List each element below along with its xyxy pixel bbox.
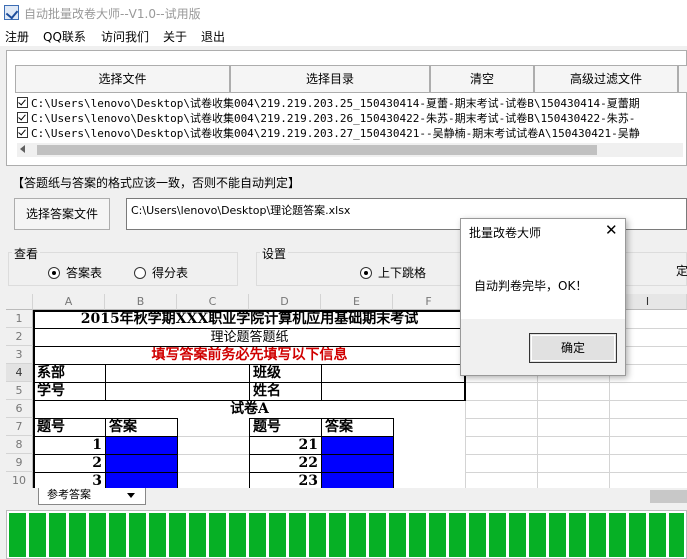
answer-cell[interactable] [322, 437, 393, 454]
column-header[interactable]: F [393, 294, 465, 310]
radio-up-down-jump[interactable]: 上下跳格 [360, 264, 426, 281]
scroll-thumb[interactable] [37, 145, 597, 155]
question-number-cell[interactable]: 2 [35, 454, 102, 472]
row-header[interactable]: 8 [6, 436, 33, 454]
select-directory-button[interactable]: 选择目录 [230, 65, 430, 93]
message-dialog: 批量改卷大师 ✕ 自动判卷完毕，OK！ 确定 [460, 218, 626, 376]
row-header[interactable]: 6 [6, 400, 33, 418]
scroll-left-icon[interactable] [20, 145, 25, 153]
sheet-title-cell[interactable]: 2015年秋学期XXX职业学院计算机应用基础期末考试 [35, 310, 464, 328]
more-button[interactable] [678, 65, 687, 93]
progress-fill [9, 513, 684, 557]
menu-exit[interactable]: 退出 [201, 28, 225, 45]
row-header[interactable]: 3 [6, 346, 33, 364]
progress-bar [6, 510, 687, 559]
column-header[interactable]: B [105, 294, 177, 310]
ok-button[interactable]: 确定 [529, 333, 617, 363]
row-header[interactable]: 1 [6, 310, 33, 328]
select-file-button[interactable]: 选择文件 [15, 65, 230, 93]
select-answer-file-button[interactable]: 选择答案文件 [14, 198, 110, 230]
question-no-header-cell[interactable]: 题号 [37, 418, 103, 436]
sheet-scrollbar[interactable] [650, 490, 687, 503]
radio-answer-table[interactable]: 答案表 [48, 264, 102, 281]
row-header[interactable]: 4 [6, 364, 33, 382]
menu-visit-us[interactable]: 访问我们 [101, 28, 149, 45]
menu-bar: 注册 QQ联系 访问我们 关于 退出 [0, 24, 687, 46]
answer-cell[interactable] [106, 473, 177, 488]
sheet-subtitle-cell[interactable]: 理论题答题纸 [35, 329, 464, 346]
view-group [8, 252, 238, 286]
column-header[interactable]: A [33, 294, 105, 310]
horizontal-scrollbar[interactable] [17, 143, 683, 157]
advanced-filter-button[interactable]: 高级过滤文件 [534, 65, 678, 93]
class-label-cell[interactable]: 班级 [253, 365, 319, 382]
row-header[interactable]: 5 [6, 382, 33, 400]
dropdown-arrow-icon[interactable] [127, 493, 135, 498]
dialog-message: 自动判卷完毕，OK！ [474, 279, 588, 293]
file-checkbox[interactable] [17, 97, 28, 108]
row-header[interactable]: 2 [6, 328, 33, 346]
radio-selected-icon [360, 266, 372, 279]
menu-about[interactable]: 关于 [163, 28, 187, 45]
answer-cell[interactable] [106, 437, 177, 454]
view-group-label: 查看 [12, 245, 41, 262]
app-icon [4, 5, 19, 20]
row-header[interactable]: 9 [6, 454, 33, 472]
dialog-title: 批量改卷大师 [469, 226, 542, 240]
menu-qq-contact[interactable]: QQ联系 [43, 28, 86, 45]
answer-cell[interactable] [106, 455, 177, 472]
radio-selected-icon [48, 266, 60, 279]
sheet-corner[interactable] [6, 294, 33, 310]
clear-button[interactable]: 清空 [430, 65, 534, 93]
row-header[interactable]: 10 [6, 472, 33, 488]
department-label-cell[interactable]: 系部 [37, 365, 103, 382]
window-title: 自动批量改卷大师--V1.0--试用版 [24, 7, 201, 21]
file-checkbox[interactable] [17, 112, 28, 123]
file-list-panel: 选择文件 选择目录 清空 高级过滤文件 C:\Users\lenovo\Desk… [6, 50, 687, 166]
answer-cell[interactable] [322, 455, 393, 472]
answer-header-cell[interactable]: 答案 [325, 418, 391, 436]
file-item[interactable]: C:\Users\lenovo\Desktop\试卷收集004\219.219.… [17, 110, 635, 125]
student-id-label-cell[interactable]: 学号 [37, 383, 103, 400]
close-icon[interactable]: ✕ [605, 221, 618, 239]
sheet-instruction-cell[interactable]: 填写答案前务必先填写以下信息 [35, 347, 464, 364]
menu-register[interactable]: 注册 [5, 28, 29, 45]
column-header[interactable]: D [249, 294, 321, 310]
dialog-body: 自动判卷完毕，OK！ [461, 243, 625, 319]
question-number-cell[interactable]: 22 [251, 454, 318, 472]
question-number-cell[interactable]: 3 [35, 472, 102, 488]
title-bar: 自动批量改卷大师--V1.0--试用版 [0, 0, 687, 24]
settings-extra-label: 定 [676, 264, 687, 278]
settings-group-label: 设置 [260, 245, 289, 262]
answer-header-cell[interactable]: 答案 [109, 418, 175, 436]
question-number-cell[interactable]: 21 [251, 436, 318, 454]
file-item[interactable]: C:\Users\lenovo\Desktop\试卷收集004\219.219.… [17, 125, 640, 140]
question-number-cell[interactable]: 1 [35, 436, 102, 454]
radio-unselected-icon [134, 266, 146, 279]
file-checkbox[interactable] [17, 127, 28, 138]
dialog-title-bar: 批量改卷大师 ✕ [461, 219, 625, 243]
row-header[interactable]: 7 [6, 418, 33, 436]
sheet-tab-bar: 参考答案 [6, 488, 687, 506]
name-label-cell[interactable]: 姓名 [253, 383, 319, 400]
column-header[interactable]: E [321, 294, 393, 310]
format-warning: 【答题纸与答案的格式应该一致，否则不能自动判定】 [12, 176, 301, 190]
paper-label-cell[interactable]: 试卷A [35, 400, 464, 418]
file-item[interactable]: C:\Users\lenovo\Desktop\试卷收集004\219.219.… [17, 95, 640, 110]
column-header[interactable]: C [177, 294, 249, 310]
sheet-tab-reference-answer[interactable]: 参考答案 [38, 488, 146, 505]
question-no-header-cell[interactable]: 题号 [253, 418, 319, 436]
answer-cell[interactable] [322, 473, 393, 488]
question-number-cell[interactable]: 23 [251, 472, 318, 488]
radio-score-table[interactable]: 得分表 [134, 264, 188, 281]
